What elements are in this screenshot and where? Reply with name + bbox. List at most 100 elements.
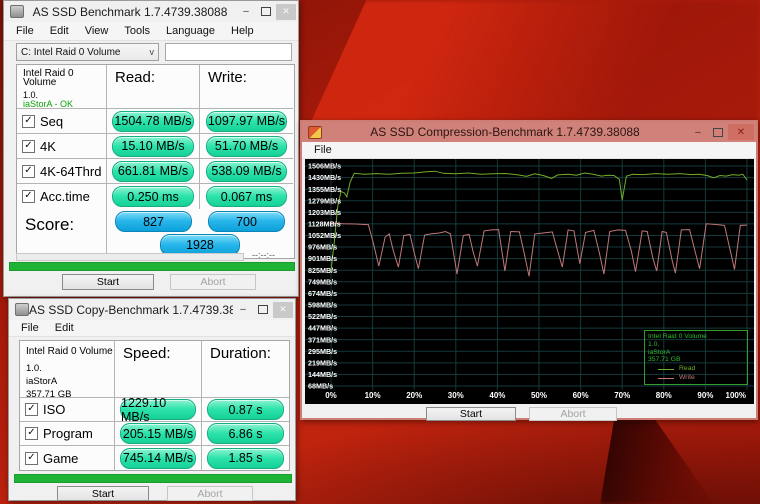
read-column-header: Read: [107, 65, 200, 109]
checkbox-iso[interactable]: ✓ [25, 403, 38, 416]
svg-text:598MB/s: 598MB/s [308, 301, 337, 310]
total-progress-bar [9, 262, 295, 271]
abort-button[interactable]: Abort [167, 486, 253, 501]
app-icon [10, 5, 24, 18]
svg-text:50%: 50% [531, 391, 547, 400]
close-button[interactable]: ✕ [273, 301, 293, 318]
main-menu-edit[interactable]: Edit [42, 23, 77, 39]
main-menu-tools[interactable]: Tools [116, 23, 158, 39]
chart-legend: Intel Raid 0 Volume 1.0. iaStorA 357.71 GB … [644, 330, 748, 385]
start-button[interactable]: Start [426, 407, 516, 421]
titlebar[interactable]: AS SSD Compression-Benchmark 1.7.4739.38… [302, 122, 756, 142]
read-legend-label: Read [679, 365, 696, 373]
svg-text:1355MB/s: 1355MB/s [308, 185, 341, 194]
drive-info-line: 1.0. [26, 363, 42, 374]
svg-text:30%: 30% [448, 391, 464, 400]
drive-info-line: Intel Raid 0 Volume [26, 346, 113, 357]
svg-text:0%: 0% [325, 391, 337, 400]
start-button[interactable]: Start [57, 486, 149, 501]
checkbox-4k-64thrd[interactable]: ✓ [22, 164, 35, 178]
svg-text:976MB/s: 976MB/s [308, 243, 337, 252]
score-label: Score: [17, 209, 107, 253]
minimize-button[interactable]: – [688, 124, 708, 140]
legend-drive-line: 1.0. [648, 341, 660, 349]
svg-text:901MB/s: 901MB/s [308, 254, 337, 263]
drive-select-value: C: Intel Raid 0 Volume [21, 46, 121, 58]
copy-results-table: Intel Raid 0 Volume 1.0. iaStorA 357.71 GB … [19, 340, 290, 471]
chevron-down-icon: v [149, 47, 155, 57]
main-menu-view[interactable]: View [77, 23, 117, 39]
checkbox-program[interactable]: ✓ [25, 427, 38, 440]
titlebar[interactable]: AS SSD Benchmark 1.7.4739.38088 – ✕ [4, 1, 298, 22]
minimize-button[interactable]: – [236, 4, 256, 20]
row-label: 4K [40, 138, 56, 154]
window-title: AS SSD Compression-Benchmark 1.7.4739.38… [370, 125, 640, 139]
speed-column-header: Speed: [115, 341, 202, 398]
maximize-button[interactable] [708, 124, 728, 140]
checkbox-seq[interactable]: ✓ [22, 114, 35, 128]
score-write-pill: 700 [208, 211, 285, 232]
seq-read-result: 1504.78 MB/s [112, 110, 194, 132]
seq-write-result: 1097.97 MB/s [205, 110, 288, 132]
test-size-field[interactable] [165, 43, 292, 61]
svg-text:1203MB/s: 1203MB/s [308, 208, 341, 217]
compression-menu-file[interactable]: File [306, 142, 340, 158]
minimize-button[interactable]: – [233, 302, 253, 318]
svg-text:825MB/s: 825MB/s [308, 266, 337, 275]
copy-menu-edit[interactable]: Edit [47, 320, 82, 336]
svg-text:20%: 20% [406, 391, 422, 400]
acc.time-read-result: 0.250 ms [112, 186, 194, 207]
svg-text:447MB/s: 447MB/s [308, 324, 337, 333]
svg-text:80%: 80% [656, 391, 672, 400]
read-legend-swatch [658, 368, 674, 370]
maximize-button[interactable] [253, 302, 273, 318]
main-menu-language[interactable]: Language [158, 23, 223, 39]
drive-info-line: Intel Raid 0 Volume [23, 68, 74, 88]
as-ssd-copy-benchmark-window: AS SSD Copy-Benchmark 1.7.4739.38088 – ✕… [8, 298, 296, 501]
table-row: ✓ Program 205.15 MB/s 6.86 s [20, 422, 289, 446]
svg-text:1052MB/s: 1052MB/s [308, 231, 341, 240]
score-read-pill: 827 [115, 211, 192, 232]
4k-64thrd-write-result: 538.09 MB/s [205, 160, 288, 182]
main-menu-help[interactable]: Help [223, 23, 262, 39]
window-title: AS SSD Copy-Benchmark 1.7.4739.38088 [29, 302, 233, 317]
abort-button[interactable]: Abort [170, 274, 256, 290]
4k-64thrd-read-result: 661.81 MB/s [112, 160, 194, 182]
4k-read-result: 15.10 MB/s [112, 135, 194, 157]
copy-menu-file[interactable]: File [13, 320, 47, 336]
svg-text:522MB/s: 522MB/s [308, 312, 337, 321]
row-label: Seq [40, 113, 64, 129]
duration-column-header: Duration: [202, 341, 289, 398]
table-row: ✓ Acc.time 0.250 ms 0.067 ms [17, 184, 294, 209]
app-icon [15, 303, 29, 316]
checkbox-acc.time[interactable]: ✓ [22, 190, 35, 203]
row-label: Game [43, 450, 79, 466]
maximize-button[interactable] [256, 4, 276, 20]
as-ssd-benchmark-window: AS SSD Benchmark 1.7.4739.38088 – ✕ File… [3, 0, 299, 297]
4k-write-result: 51.70 MB/s [205, 135, 288, 157]
write-column-header: Write: [200, 65, 293, 109]
abort-button[interactable]: Abort [529, 407, 617, 421]
legend-drive-line: 357.71 GB [648, 356, 681, 364]
checkbox-game[interactable]: ✓ [25, 451, 38, 465]
iso-speed-result: 1229.10 MB/s [120, 396, 196, 424]
close-button[interactable]: ✕ [728, 124, 754, 140]
start-button[interactable]: Start [62, 274, 154, 290]
svg-text:90%: 90% [697, 391, 713, 400]
svg-text:10%: 10% [365, 391, 381, 400]
svg-text:1279MB/s: 1279MB/s [308, 196, 341, 205]
checkbox-4k[interactable]: ✓ [22, 139, 35, 153]
write-legend-swatch [658, 377, 674, 379]
main-menu-file[interactable]: File [8, 23, 42, 39]
svg-text:144MB/s: 144MB/s [308, 370, 337, 379]
svg-text:219MB/s: 219MB/s [308, 358, 337, 367]
drive-select[interactable]: C: Intel Raid 0 Volume v [16, 43, 159, 61]
svg-text:70%: 70% [614, 391, 630, 400]
svg-text:749MB/s: 749MB/s [308, 277, 337, 286]
compression-chart: 1506MB/s 1430MB/s 1355MB/s 1279MB/s 1203MB/s… [305, 159, 754, 404]
menu-bar: File Edit [9, 320, 295, 337]
close-button[interactable]: ✕ [276, 3, 296, 20]
acc.time-write-result: 0.067 ms [205, 186, 288, 207]
titlebar[interactable]: AS SSD Copy-Benchmark 1.7.4739.38088 – ✕ [9, 299, 295, 320]
program-speed-result: 205.15 MB/s [120, 423, 196, 444]
